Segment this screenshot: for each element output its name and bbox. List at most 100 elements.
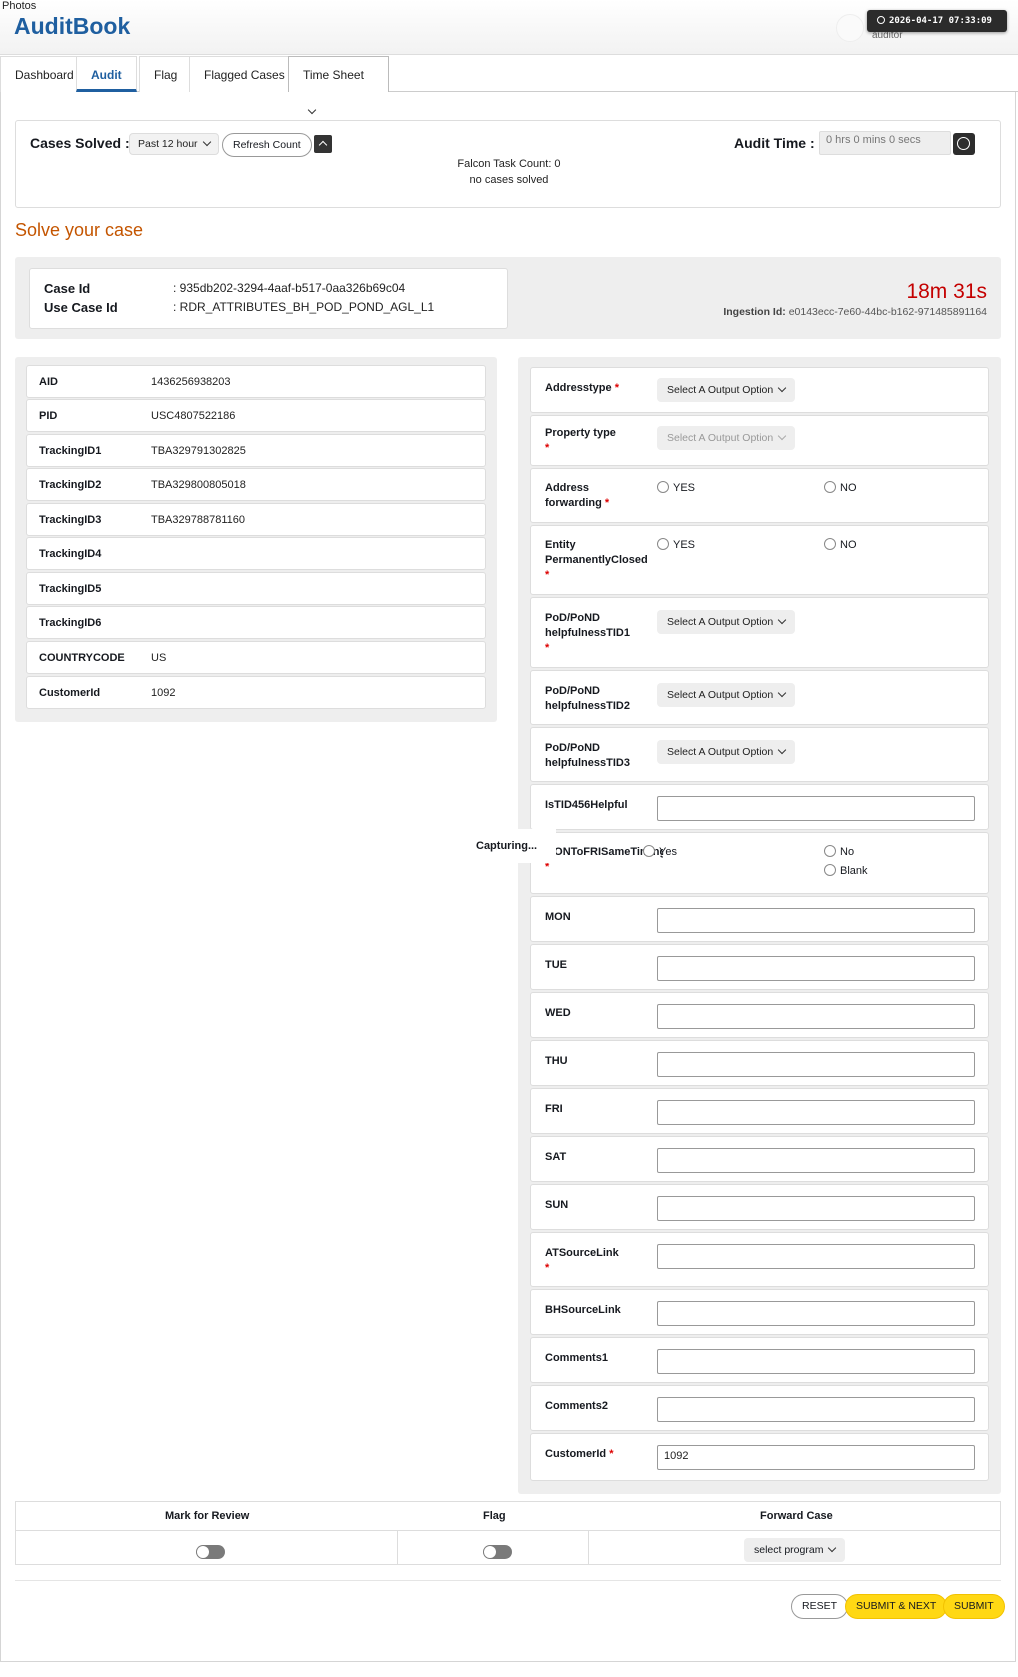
field-label: FRI (545, 1103, 563, 1115)
attribute-value: 1436256938203 (151, 376, 231, 388)
addresstype-select[interactable]: Select A Output Option (657, 378, 796, 402)
chevron-down-icon (778, 745, 787, 755)
customer-id-input[interactable]: 1092 (657, 1445, 975, 1470)
field-label: PoD/PoND helpfulnessTID2 (545, 685, 630, 712)
tab-flag[interactable]: Flag (139, 56, 193, 92)
field-address-forwarding: Address forwarding * YES NO (530, 468, 989, 523)
required-marker: * (545, 569, 550, 581)
section-title: Solve your case (15, 220, 144, 240)
field-label-text: Addresstype (545, 382, 612, 394)
tab-flagged-cases[interactable]: Flagged Cases (189, 56, 300, 92)
period-select[interactable]: Past 12 hour (129, 133, 219, 155)
attribute-row: TrackingID1 TBA329791302825 (26, 434, 486, 467)
sun-input[interactable] (657, 1196, 975, 1221)
use-case-label: Use Case Id (44, 300, 118, 315)
thu-input[interactable] (657, 1052, 975, 1077)
submit-button[interactable]: SUBMIT (943, 1594, 1005, 1619)
divider (16, 1530, 1000, 1531)
tab-time-sheet[interactable]: Time Sheet (288, 56, 389, 115)
case-id-value: : 935db202-3294-4aaf-b517-0aa326b69c04 (173, 281, 406, 295)
review-actions-table: Mark for Review Flag Forward Case select… (15, 1501, 1001, 1565)
ingestion-id-label: Ingestion Id: (723, 306, 786, 318)
attribute-value: USC4807522186 (151, 410, 236, 422)
entity-closed-no-radio[interactable]: NO (824, 538, 857, 551)
tab-audit[interactable]: Audit (76, 56, 137, 92)
wed-input[interactable] (657, 1004, 975, 1029)
collapse-button[interactable] (314, 135, 332, 153)
montofri-no-radio[interactable]: No (824, 845, 854, 858)
case-timer: 18m 31s (906, 280, 987, 303)
attribute-key: TrackingID3 (39, 514, 102, 526)
field-property-type: Property type * Select A Output Option (530, 415, 989, 466)
montofri-blank-radio[interactable]: Blank (824, 864, 868, 877)
sat-input[interactable] (657, 1148, 975, 1173)
field-pod-tid2: PoD/PoND helpfulnessTID2 Select A Output… (530, 670, 989, 725)
radio-label: NO (840, 482, 857, 494)
radio-label: YES (673, 482, 696, 494)
pod-tid1-select[interactable]: Select A Output Option (657, 610, 796, 634)
use-case-value: : RDR_ATTRIBUTES_BH_POD_POND_AGL_L1 (173, 300, 435, 314)
photos-text: Photos (2, 0, 37, 12)
attribute-key: AID (39, 376, 58, 388)
required-marker: * (545, 642, 550, 654)
required-marker: * (609, 1448, 614, 1460)
comments2-input[interactable] (657, 1397, 975, 1422)
field-label: Addresstype * (545, 381, 653, 396)
field-comments1: Comments1 (530, 1337, 989, 1383)
entity-closed-yes-radio[interactable]: YES (657, 538, 695, 551)
fri-input[interactable] (657, 1100, 975, 1125)
radio-circle (643, 845, 655, 857)
ingestion-id-value: e0143ecc-7e60-44bc-b162-971485891164 (788, 306, 987, 318)
address-forwarding-yes-radio[interactable]: YES (657, 481, 695, 494)
mon-input[interactable] (657, 908, 975, 933)
field-label: PoD/PoND helpfulnessTID1 * (545, 611, 645, 656)
address-forwarding-no-radio[interactable]: NO (824, 481, 857, 494)
avatar[interactable] (836, 14, 864, 42)
field-sat: SAT (530, 1136, 989, 1182)
select-value: Select A Output Option (667, 432, 774, 444)
istid456-input[interactable] (657, 796, 975, 821)
attributes-panel: AID 1436256938203 PID USC4807522186 Tracki… (15, 357, 497, 722)
radio-label: Yes (659, 846, 677, 858)
tue-input[interactable] (657, 956, 975, 981)
field-label-text: Property type (545, 427, 616, 439)
case-id-box: Case Id : 935db202-3294-4aaf-b517-0aa326… (29, 268, 508, 329)
field-sun: SUN (530, 1184, 989, 1230)
select-value: Select A Output Option (667, 689, 774, 701)
program-select[interactable]: select program (744, 1538, 846, 1562)
required-marker: * (614, 382, 619, 394)
attribute-value: 1092 (151, 687, 176, 699)
audit-time-label: Audit Time : (734, 135, 815, 151)
clock-icon (877, 16, 885, 24)
radio-circle (824, 845, 836, 857)
pod-tid3-select[interactable]: Select A Output Option (657, 740, 796, 764)
at-source-link-input[interactable] (657, 1244, 975, 1269)
select-value: Select A Output Option (667, 616, 774, 628)
montofri-yes-radio[interactable]: Yes (643, 845, 677, 858)
field-montofri: MONToFRISameTiming * Yes No Blank (530, 832, 989, 894)
submit-next-button[interactable]: SUBMIT & NEXT (845, 1594, 948, 1619)
top-bar: Photos AuditBook auditor 2026-04-17 07:3… (0, 0, 1018, 55)
field-label: THU (545, 1055, 568, 1067)
bh-source-link-input[interactable] (657, 1301, 975, 1326)
comments1-input[interactable] (657, 1349, 975, 1374)
radio-label: YES (673, 539, 696, 551)
required-marker: * (545, 1262, 550, 1274)
property-type-select[interactable]: Select A Output Option (657, 426, 796, 450)
stopwatch-icon[interactable] (953, 133, 975, 155)
attribute-row: TrackingID3 TBA329788781160 (26, 503, 486, 536)
field-at-source-link: ATSourceLink * (530, 1232, 989, 1287)
pod-tid2-select[interactable]: Select A Output Option (657, 683, 796, 707)
audit-time-field: 0 hrs 0 mins 0 secs (819, 131, 951, 155)
chevron-down-icon (778, 383, 787, 393)
reset-button[interactable]: RESET (791, 1594, 849, 1619)
stats-panel: Cases Solved : Past 12 hour Refresh Coun… (15, 120, 1001, 208)
period-select-value: Past 12 hour (138, 138, 198, 150)
mark-review-toggle[interactable] (196, 1545, 225, 1559)
radio-circle (657, 538, 669, 550)
brand-logo[interactable]: AuditBook (14, 13, 130, 40)
refresh-count-button[interactable]: Refresh Count (222, 133, 312, 157)
flag-toggle[interactable] (483, 1545, 512, 1559)
chevron-down-icon (778, 615, 787, 625)
field-label: MON (545, 911, 571, 923)
